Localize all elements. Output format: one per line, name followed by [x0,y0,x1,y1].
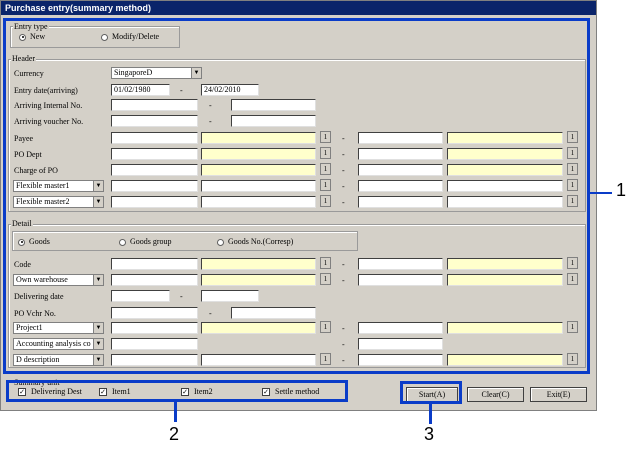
callout-number-3: 3 [424,424,435,444]
callout-line-3 [429,404,432,424]
callout-number-2: 2 [169,424,180,444]
callout-frame-3 [400,381,462,404]
callout-number-1: 1 [616,180,627,200]
clear-button[interactable]: Clear(C) [467,387,524,402]
callout-frame-1 [3,18,590,374]
window-title: Purchase entry(summary method) [1,1,596,15]
callout-line-1 [590,192,612,194]
callout-line-2 [174,402,177,422]
callout-frame-2 [6,380,348,402]
exit-button[interactable]: Exit(E) [530,387,587,402]
